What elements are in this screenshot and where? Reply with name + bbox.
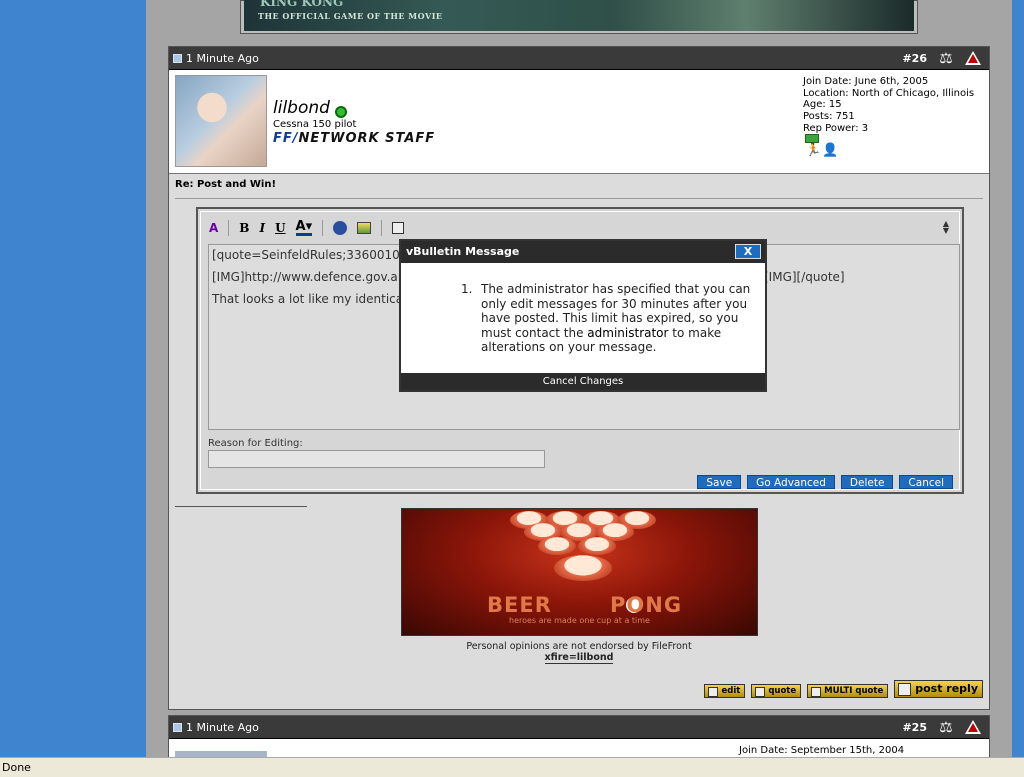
bold-icon[interactable]: B (239, 221, 249, 235)
reputation-scale-icon[interactable]: ⚖ (935, 50, 957, 66)
beer-tagline: heroes are made one cup at a time (509, 616, 650, 625)
cancel-changes-button[interactable]: Cancel Changes (401, 373, 765, 390)
signature-banner: BEER PONG heroes are made one cup at a t… (401, 508, 758, 636)
signature-disclaimer: Personal opinions are not endorsed by Fi… (466, 641, 692, 652)
age: Age: 15 (803, 99, 842, 111)
toolbar-separator (381, 220, 383, 236)
editor-toolbar: A B I U A▾ (209, 218, 405, 238)
post-number-link[interactable]: #25 (902, 721, 927, 734)
rep-power: Rep Power: 3 (803, 122, 869, 134)
join-date: Join Date: September 15th, 2004 (739, 745, 905, 756)
report-warning-icon[interactable] (965, 51, 981, 65)
underline-icon[interactable]: U (275, 221, 285, 235)
user-details: Join Date: June 6th, 2005 Location: Nort… (803, 76, 974, 135)
insert-link-icon[interactable] (333, 221, 348, 235)
post-time: 1 Minute Ago (186, 720, 259, 734)
right-margin (1012, 0, 1024, 757)
editor-buttons: Save Go Advanced Delete Cancel (697, 475, 953, 489)
status-bar: Done (0, 757, 1024, 777)
message-line-start: [IMG]http://www.defence.gov.a (212, 270, 398, 284)
report-warning-icon[interactable] (965, 720, 981, 734)
staff-text: NETWORK STAFF (298, 131, 436, 146)
multiquote-button[interactable]: MULTI quote (807, 684, 889, 698)
post-header: 1 Minute Ago #26 ⚖ (169, 47, 989, 70)
list-number: 1. (461, 282, 473, 296)
beer-text: BEER (487, 593, 552, 617)
italic-icon[interactable]: I (259, 221, 265, 235)
xfire-link[interactable]: xfire=lilbond (169, 652, 989, 664)
cup-image (554, 555, 612, 581)
dialog-title: vBulletin Message (406, 245, 520, 258)
post-action-buttons: edit quote MULTI quote post reply (704, 680, 983, 698)
post-icon (173, 53, 182, 63)
remove-format-icon[interactable]: A (209, 221, 218, 235)
online-status-icon (335, 106, 347, 118)
resize-arrows-icon[interactable]: ▲ ▼ (943, 220, 949, 235)
user-title: Cessna 150 pilot (273, 119, 357, 130)
reputation-scale-icon[interactable]: ⚖ (935, 719, 957, 735)
post-title: Re: Post and Win! (175, 179, 277, 190)
banner-subtitle: THE OFFICIAL GAME OF THE MOVIE (258, 11, 443, 21)
post-icon (173, 722, 182, 732)
save-button[interactable]: Save (697, 475, 742, 489)
font-color-icon[interactable]: A▾ (295, 220, 313, 236)
user-info-row: lilbond Cessna 150 pilot FF/NETWORK STAF… (169, 70, 989, 174)
staff-prefix: FF/ (273, 131, 299, 146)
administrator-link[interactable]: administrator (587, 326, 668, 340)
banner-image: KING KONG THE OFFICIAL GAME OF THE MOVIE (244, 0, 914, 31)
reputation-icon (805, 134, 819, 143)
cancel-button[interactable]: Cancel (899, 475, 953, 489)
delete-button[interactable]: Delete (840, 475, 894, 489)
post-reply-button[interactable]: post reply (894, 680, 983, 698)
username-link[interactable]: lilbond (273, 98, 330, 118)
user-icons: 🏃 👤 (805, 143, 838, 158)
top-banner-ad[interactable]: KING KONG THE OFFICIAL GAME OF THE MOVIE (240, 0, 918, 34)
edit-button[interactable]: edit (704, 684, 746, 698)
avatar (175, 75, 267, 167)
status-text: Done (2, 761, 31, 774)
pong-text: PONG (610, 593, 683, 617)
quote-button[interactable]: quote (751, 684, 802, 698)
insert-image-icon[interactable] (357, 222, 372, 234)
post-number-link[interactable]: #26 (902, 52, 927, 65)
staff-badge: FF/NETWORK STAFF (273, 131, 435, 146)
go-advanced-button[interactable]: Go Advanced (747, 475, 835, 489)
signature-divider (175, 506, 307, 507)
reason-input[interactable] (208, 450, 545, 468)
message-line-end: [IMG][/quote] (764, 270, 845, 284)
divider (175, 198, 983, 199)
xfire-text: xfire=lilbond (544, 652, 614, 664)
join-date: Join Date: June 6th, 2005 (803, 76, 929, 87)
cup-image (538, 537, 576, 555)
toolbar-separator (322, 220, 324, 236)
close-button[interactable]: X (735, 244, 761, 259)
dialog-body: 1. The administrator has specified that … (401, 263, 765, 355)
dialog-header: vBulletin Message X (401, 241, 765, 263)
toolbar-separator (228, 220, 230, 236)
posts-count: Posts: 751 (803, 111, 855, 123)
vbulletin-message-dialog: vBulletin Message X 1. The administrator… (399, 239, 767, 392)
aim-icon[interactable]: 🏃 (805, 143, 821, 158)
reputation-bar (805, 134, 819, 143)
banner-title: KING KONG (260, 0, 344, 9)
wrap-quote-icon[interactable] (392, 222, 405, 234)
cup-image (578, 537, 616, 555)
location: Location: North of Chicago, Illinois (803, 87, 975, 99)
post-time: 1 Minute Ago (186, 51, 259, 65)
post-header: 1 Minute Ago #25 ⚖ (169, 716, 989, 739)
dialog-message: The administrator has specified that you… (461, 282, 755, 355)
reason-label: Reason for Editing: (208, 438, 303, 449)
msn-icon[interactable]: 👤 (822, 143, 838, 158)
